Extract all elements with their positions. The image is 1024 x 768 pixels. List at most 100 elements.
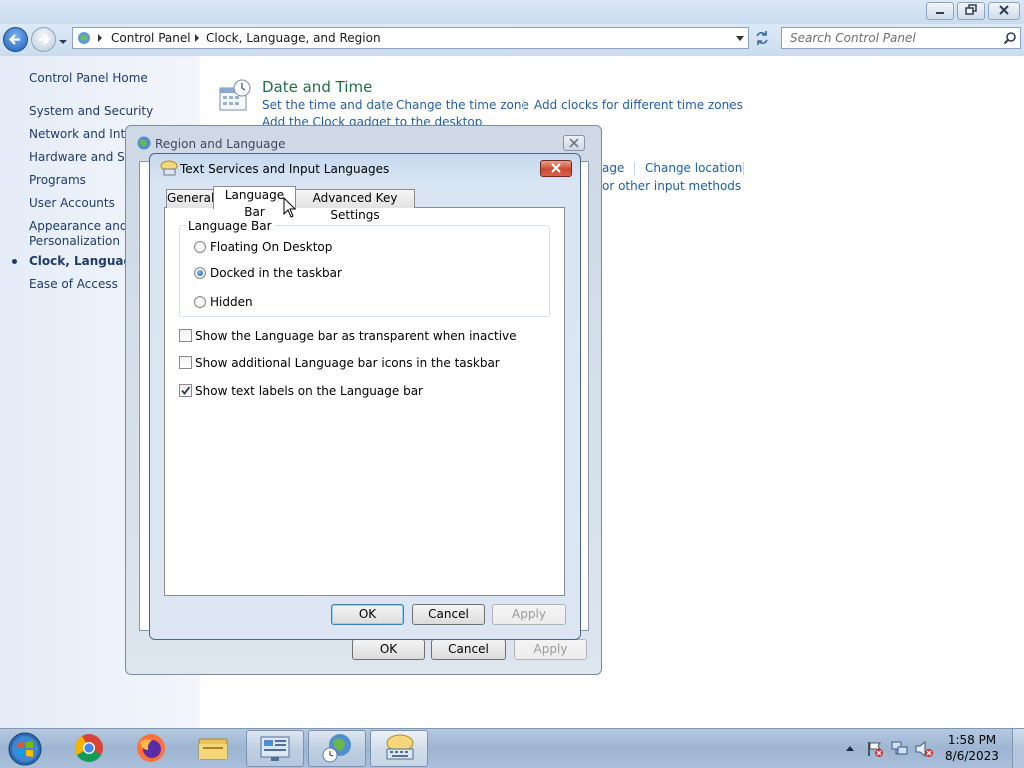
action-center-flag-icon[interactable] xyxy=(866,740,884,758)
region-dialog-title: Region and Language xyxy=(155,137,286,151)
floating-on-desktop-label[interactable]: Floating On Desktop xyxy=(210,240,332,254)
taskbar-clock[interactable]: 1:58 PM 8/6/2023 xyxy=(938,732,1006,764)
tab-general[interactable]: General xyxy=(166,189,214,208)
additional-icons-label[interactable]: Show additional Language bar icons in th… xyxy=(195,356,500,370)
change-language-link-partial[interactable]: age xyxy=(602,161,624,175)
change-time-zone-link[interactable]: Change the time zone xyxy=(396,98,529,112)
minimize-icon xyxy=(936,12,944,14)
link-separator xyxy=(384,99,385,112)
nav-system-security[interactable]: System and Security xyxy=(29,104,153,119)
region-apply-button[interactable]: Apply xyxy=(514,639,587,660)
input-methods-link-partial[interactable]: or other input methods xyxy=(602,179,741,193)
close-window-button[interactable] xyxy=(988,2,1020,20)
breadcrumb-control-panel[interactable]: Control Panel xyxy=(111,31,191,45)
network-icon[interactable] xyxy=(890,740,910,758)
close-icon xyxy=(569,138,579,148)
nav-ease-of-access[interactable]: Ease of Access xyxy=(29,277,118,292)
back-button[interactable] xyxy=(3,27,28,52)
date-time-icon xyxy=(219,79,251,111)
show-desktop-button[interactable] xyxy=(1012,729,1024,768)
radio-docked-in-taskbar[interactable] xyxy=(194,267,206,279)
file-explorer-icon xyxy=(198,738,228,760)
mouse-cursor-icon xyxy=(283,197,297,218)
checkbox-additional-icons[interactable] xyxy=(179,356,192,369)
tab-advanced-key-settings[interactable]: Advanced Key Settings xyxy=(295,189,415,222)
show-hidden-icons-arrow[interactable] xyxy=(845,744,855,752)
set-time-date-link[interactable]: Set the time and date xyxy=(262,98,393,112)
text-services-icon xyxy=(386,734,414,760)
date-time-heading[interactable]: Date and Time xyxy=(262,78,372,96)
search-icon[interactable] xyxy=(1003,31,1017,45)
address-bar[interactable]: Control Panel Clock, Language, and Regio… xyxy=(72,27,749,49)
nav-programs[interactable]: Programs xyxy=(29,173,86,188)
taskbar-text-services[interactable] xyxy=(370,730,428,767)
restore-button[interactable] xyxy=(957,2,985,20)
radio-hidden[interactable] xyxy=(194,296,206,308)
checkbox-show-text-labels[interactable] xyxy=(179,384,192,397)
nav-hardware-sound[interactable]: Hardware and Sou xyxy=(29,150,140,165)
address-dropdown-icon[interactable] xyxy=(735,35,745,42)
control-panel-home-link[interactable]: Control Panel Home xyxy=(29,71,148,86)
forward-button[interactable] xyxy=(31,27,56,52)
recent-pages-dropdown[interactable] xyxy=(58,35,68,49)
show-text-labels-label[interactable]: Show text labels on the Language bar xyxy=(195,384,423,398)
link-separator xyxy=(523,99,524,112)
hidden-label[interactable]: Hidden xyxy=(210,295,253,309)
text-services-cancel-button[interactable]: Cancel xyxy=(412,604,485,625)
region-close-button[interactable] xyxy=(563,135,585,151)
chevron-down-icon xyxy=(59,40,67,44)
breadcrumb-clock-language-region[interactable]: Clock, Language, and Region xyxy=(206,31,381,45)
docked-in-taskbar-label[interactable]: Docked in the taskbar xyxy=(210,266,342,280)
control-panel-icon xyxy=(78,32,90,44)
taskbar-file-explorer[interactable] xyxy=(184,730,242,767)
breadcrumb-arrow-icon xyxy=(98,34,102,42)
close-icon xyxy=(999,5,1009,15)
start-button[interactable] xyxy=(5,730,45,768)
refresh-icon xyxy=(756,31,768,45)
region-language-icon xyxy=(322,734,351,763)
link-separator xyxy=(729,99,730,112)
link-separator xyxy=(743,162,744,175)
chrome-icon xyxy=(75,734,103,762)
current-section-bullet xyxy=(12,259,17,264)
text-services-apply-button[interactable]: Apply xyxy=(492,604,566,625)
firefox-icon xyxy=(137,734,165,762)
taskbar-firefox[interactable] xyxy=(122,730,180,767)
volume-muted-icon[interactable] xyxy=(914,740,934,758)
control-panel-icon xyxy=(260,736,290,761)
start-orb-icon xyxy=(8,732,42,766)
region-globe-icon xyxy=(137,136,151,150)
minimize-button[interactable] xyxy=(926,2,954,20)
keyboard-balloon-icon xyxy=(160,160,178,176)
taskbar-chrome[interactable] xyxy=(60,730,118,767)
checkmark-icon xyxy=(181,386,191,395)
search-placeholder: Search Control Panel xyxy=(790,31,916,45)
window-title-bar xyxy=(0,0,1024,24)
nav-network-internet[interactable]: Network and Inter xyxy=(29,127,137,142)
text-services-ok-button[interactable]: OK xyxy=(331,604,404,625)
add-clocks-link[interactable]: Add clocks for different time zones xyxy=(534,98,743,112)
clock-time: 1:58 PM xyxy=(947,733,997,747)
taskbar-region-language[interactable] xyxy=(308,730,366,767)
breadcrumb-arrow-icon[interactable] xyxy=(194,34,200,42)
nav-user-accounts[interactable]: User Accounts xyxy=(29,196,115,211)
taskbar-control-panel[interactable] xyxy=(246,730,304,767)
change-location-link[interactable]: Change location xyxy=(645,161,742,175)
text-services-close-button[interactable] xyxy=(540,160,572,177)
search-input[interactable]: Search Control Panel xyxy=(781,27,1021,49)
forward-arrow-icon xyxy=(39,34,51,45)
region-cancel-button[interactable]: Cancel xyxy=(431,639,506,660)
radio-floating-on-desktop[interactable] xyxy=(194,241,206,253)
refresh-button[interactable] xyxy=(751,27,773,49)
transparent-when-inactive-label[interactable]: Show the Language bar as transparent whe… xyxy=(195,329,517,343)
nav-appearance-personalization[interactable]: Appearance and Personalization xyxy=(29,219,127,249)
link-separator xyxy=(634,162,635,175)
region-ok-button[interactable]: OK xyxy=(352,639,425,660)
restore-icon xyxy=(965,4,977,15)
checkbox-transparent-when-inactive[interactable] xyxy=(179,329,192,342)
clock-date: 8/6/2023 xyxy=(945,749,999,763)
back-arrow-icon xyxy=(8,34,20,45)
text-services-dialog-title: Text Services and Input Languages xyxy=(180,162,390,176)
groupbox-label: Language Bar xyxy=(185,219,275,233)
close-icon xyxy=(551,163,561,173)
